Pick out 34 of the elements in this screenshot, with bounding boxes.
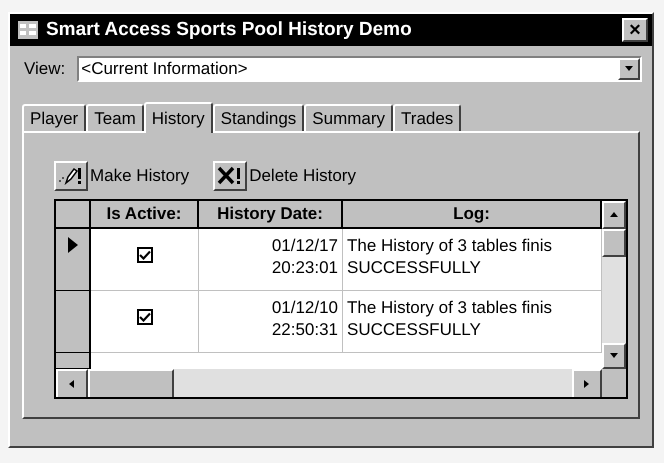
column-header: Is Active: <box>91 201 199 229</box>
tab[interactable]: Trades <box>393 104 462 131</box>
up-arrow-icon <box>609 210 619 220</box>
delete-history-button[interactable]: Delete History <box>213 161 356 191</box>
column-header: History Date: <box>199 201 343 229</box>
view-label: View: <box>24 59 66 79</box>
form-icon <box>18 21 38 39</box>
scroll-thumb[interactable] <box>602 229 626 257</box>
scroll-down-button[interactable] <box>602 343 626 369</box>
tab[interactable]: History <box>144 102 213 133</box>
window-title: Smart Access Sports Pool History Demo <box>46 19 413 41</box>
view-dropdown[interactable]: <Current Information> <box>77 56 642 82</box>
pencil-exclamation-icon <box>58 166 84 186</box>
scroll-up-button[interactable] <box>602 201 626 229</box>
scroll-right-button[interactable] <box>572 369 602 397</box>
left-arrow-icon <box>67 379 77 389</box>
make-history-button[interactable]: Make History <box>54 161 190 191</box>
date-cell: 01/12/17 20:23:01 <box>199 229 343 291</box>
close-button[interactable]: × <box>622 18 648 42</box>
date-cell: 01/12/10 22:50:31 <box>199 291 343 353</box>
record-selector[interactable] <box>56 291 91 353</box>
log-cell: The History of 3 tables finis SUCCESSFULLY <box>343 229 602 291</box>
tab[interactable]: Standings <box>212 104 304 131</box>
record-selector[interactable] <box>56 229 91 291</box>
checkbox[interactable] <box>136 309 152 325</box>
scroll-left-button[interactable] <box>56 369 88 397</box>
tab[interactable]: Player <box>22 104 86 131</box>
column-header: Log: <box>343 201 602 229</box>
record-selector[interactable] <box>56 353 91 369</box>
tab[interactable]: Summary <box>304 104 394 131</box>
scroll-thumb[interactable] <box>88 369 174 397</box>
tab[interactable]: Team <box>86 104 144 131</box>
checkbox[interactable] <box>136 247 152 263</box>
log-cell: The History of 3 tables finis SUCCESSFULLY <box>343 291 602 353</box>
